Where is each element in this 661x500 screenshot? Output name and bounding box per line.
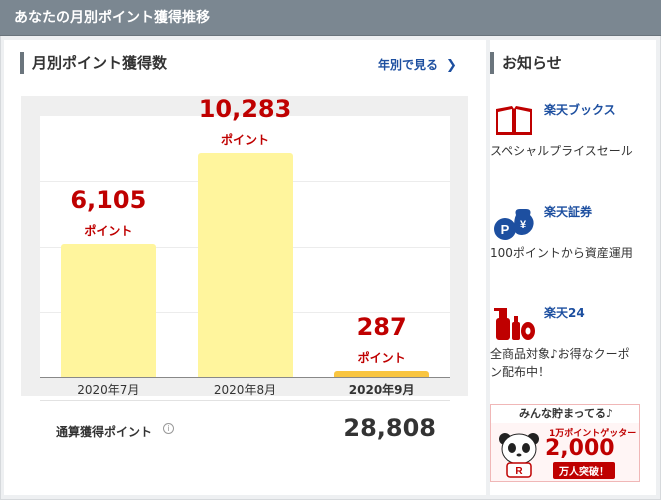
banner-breakthrough: 万人突破！: [553, 462, 615, 479]
page-title: あなたの月別ポイント獲得推移: [14, 10, 210, 26]
svg-text:¥: ¥: [520, 219, 527, 231]
total-points-label: 通算獲得ポイント: [56, 425, 153, 439]
chart-unit-label: ポイント: [84, 224, 133, 239]
total-points-value: 28,808: [343, 414, 436, 442]
page-header: あなたの月別ポイント獲得推移: [0, 0, 661, 36]
news-description: 100ポイントから資産運用: [490, 246, 633, 260]
news-description: スペシャルプライスセール: [490, 144, 633, 158]
yearly-view-label: 年別で見る: [378, 58, 439, 72]
panda-mascot-icon: R: [499, 433, 539, 478]
banner-headline: みんな貯まってる♪: [491, 405, 639, 423]
info-icon[interactable]: i: [163, 423, 174, 434]
money-bag-icon: P ¥: [494, 209, 534, 240]
chart-value-label: 287: [356, 312, 407, 341]
chart-bar: [334, 370, 430, 377]
promo-banner[interactable]: みんな貯まってる♪ R 1万ポイントゲッター 2,000 万人突破！: [490, 404, 640, 482]
news-service-name: 楽天ブックス: [544, 103, 616, 117]
monthly-section-title: 月別ポイント獲得数: [20, 52, 167, 74]
chart-tick-label: 2020年8月: [213, 383, 277, 397]
news-description: 全商品対象♪お得なクーポン配布中！: [490, 347, 630, 379]
chart-tick-label: 2020年7月: [77, 383, 140, 397]
svg-text:P: P: [501, 222, 510, 237]
chart-tick-label: 2020年9月: [348, 383, 415, 397]
chart-value-label: 10,283: [198, 95, 292, 124]
yearly-view-link[interactable]: 年別で見る ❯: [378, 56, 457, 73]
news-service-name: 楽天24: [544, 306, 585, 320]
chart-unit-label: ポイント: [220, 133, 269, 148]
banner-number: 2,000: [545, 436, 615, 461]
book-icon: [496, 106, 532, 135]
svg-text:R: R: [515, 466, 523, 477]
chart-baseline: [40, 377, 450, 378]
news-service-name: 楽天証券: [544, 205, 593, 219]
chart-value-label: 6,105: [70, 186, 147, 215]
chart-bar: [60, 244, 156, 377]
household-goods-icon: [494, 308, 535, 340]
chart-bar: [197, 153, 293, 377]
chevron-right-icon: ❯: [446, 58, 457, 73]
chart-unit-label: ポイント: [357, 350, 406, 365]
news-section-title: お知らせ: [490, 52, 562, 74]
